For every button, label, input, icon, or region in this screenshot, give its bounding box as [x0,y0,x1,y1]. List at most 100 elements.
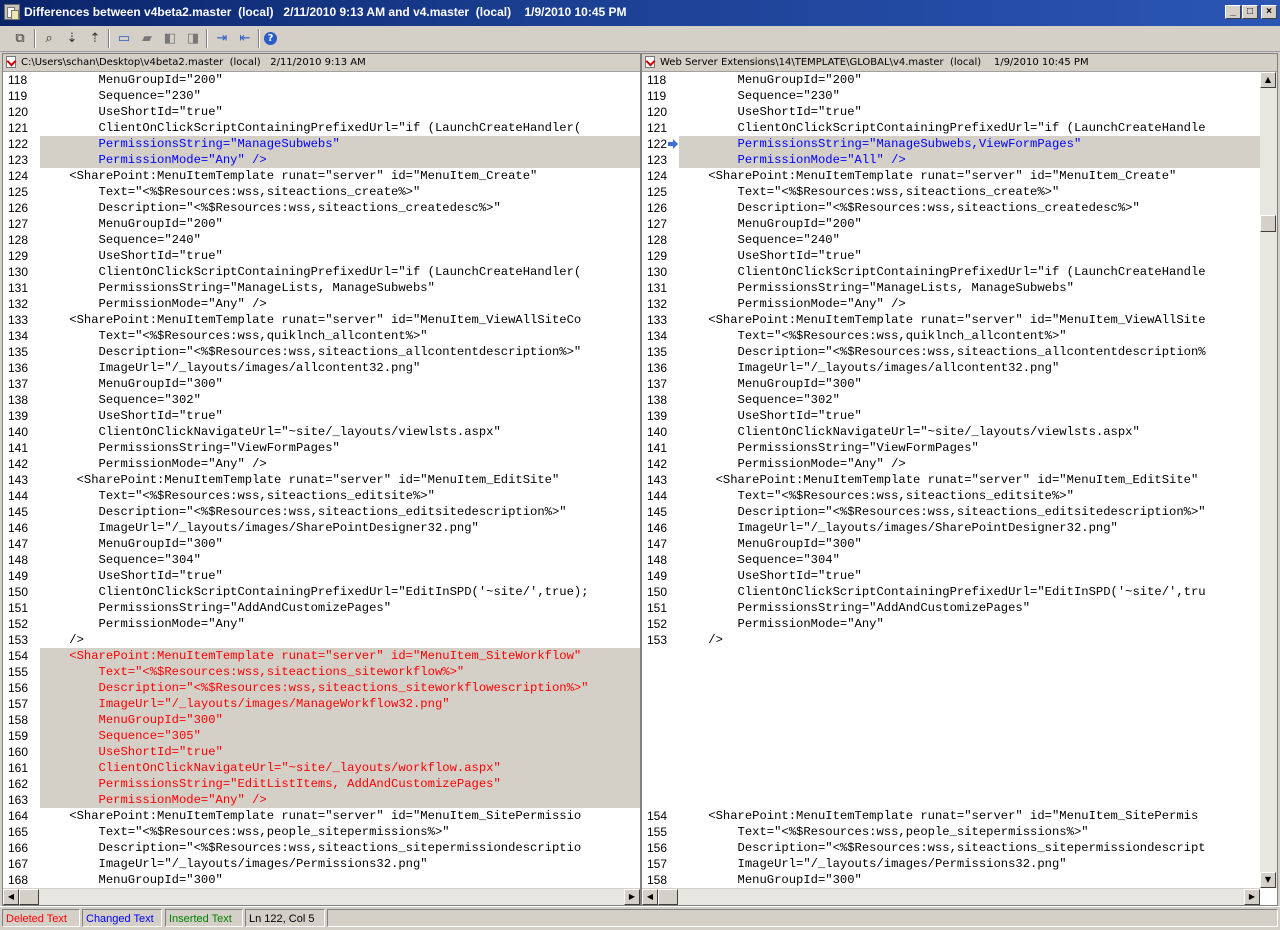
code-line[interactable]: 142 PermissionMode="Any" /> [642,456,1260,472]
code-line[interactable]: 137 MenuGroupId="300" [3,376,640,392]
code-line[interactable]: 124 <SharePoint:MenuItemTemplate runat="… [642,168,1260,184]
code-line[interactable]: 152 PermissionMode="Any" [3,616,640,632]
maximize-button[interactable]: □ [1242,5,1258,19]
comment-icon[interactable]: ▰ [137,29,157,47]
deleted-line[interactable]: 160 UseShortId="true" [3,744,640,760]
deleted-line[interactable]: 157 ImageUrl="/_layouts/images/ManageWor… [3,696,640,712]
code-line[interactable]: 147 MenuGroupId="300" [3,536,640,552]
code-line[interactable]: 132 PermissionMode="Any" /> [3,296,640,312]
code-line[interactable]: 118 MenuGroupId="200" [3,72,640,88]
code-line[interactable]: 120 UseShortId="true" [3,104,640,120]
code-line[interactable]: 121 ClientOnClickScriptContainingPrefixe… [3,120,640,136]
scroll-thumb[interactable] [1260,215,1276,232]
blank-line[interactable] [642,696,1260,712]
code-line[interactable]: 149 UseShortId="true" [3,568,640,584]
deleted-line[interactable]: 156 Description="<%$Resources:wss,siteac… [3,680,640,696]
code-line[interactable]: 157 ImageUrl="/_layouts/images/Permissio… [642,856,1260,872]
code-line[interactable]: 142 PermissionMode="Any" /> [3,456,640,472]
close-button[interactable]: × [1261,5,1277,19]
scroll-right-arrow-icon[interactable]: ▶ [624,889,640,905]
code-line[interactable]: 119 Sequence="230" [642,88,1260,104]
find-prev-icon[interactable]: ⇡ [85,29,105,47]
code-line[interactable]: 146 ImageUrl="/_layouts/images/SharePoin… [642,520,1260,536]
scroll-right-arrow-icon[interactable]: ▶ [1244,889,1260,905]
blank-line[interactable] [642,728,1260,744]
code-line[interactable]: 133 <SharePoint:MenuItemTemplate runat="… [3,312,640,328]
left-horizontal-scrollbar[interactable]: ◀ ▶ [3,888,640,905]
code-line[interactable]: 150 ClientOnClickScriptContainingPrefixe… [3,584,640,600]
code-line[interactable]: 131 PermissionsString="ManageLists, Mana… [642,280,1260,296]
code-line[interactable]: 164 <SharePoint:MenuItemTemplate runat="… [3,808,640,824]
code-line[interactable]: 145 Description="<%$Resources:wss,siteac… [642,504,1260,520]
code-line[interactable]: 130 ClientOnClickScriptContainingPrefixe… [3,264,640,280]
blank-line[interactable] [642,680,1260,696]
deleted-line[interactable]: 158 MenuGroupId="300" [3,712,640,728]
deleted-line[interactable]: 161 ClientOnClickNavigateUrl="~site/_lay… [3,760,640,776]
code-line[interactable]: 135 Description="<%$Resources:wss,siteac… [642,344,1260,360]
code-line[interactable]: 120 UseShortId="true" [642,104,1260,120]
code-line[interactable]: 153 /> [642,632,1260,648]
code-line[interactable]: 154 <SharePoint:MenuItemTemplate runat="… [642,808,1260,824]
comment-prev-icon[interactable]: ◧ [160,29,180,47]
code-line[interactable]: 125 Text="<%$Resources:wss,siteactions_c… [3,184,640,200]
code-line[interactable]: 150 ClientOnClickScriptContainingPrefixe… [642,584,1260,600]
code-line[interactable]: 145 Description="<%$Resources:wss,siteac… [3,504,640,520]
code-line[interactable]: 131 PermissionsString="ManageLists, Mana… [3,280,640,296]
code-line[interactable]: 141 PermissionsString="ViewFormPages" [642,440,1260,456]
next-difference-icon[interactable]: ⇥ [212,29,232,47]
code-line[interactable]: 165 Text="<%$Resources:wss,people_sitepe… [3,824,640,840]
code-line[interactable]: 138 Sequence="302" [3,392,640,408]
code-line[interactable]: 129 UseShortId="true" [3,248,640,264]
code-line[interactable]: 135 Description="<%$Resources:wss,siteac… [3,344,640,360]
deleted-line[interactable]: 154 <SharePoint:MenuItemTemplate runat="… [3,648,640,664]
help-icon[interactable]: ? [264,32,277,45]
deleted-line[interactable]: 163 PermissionMode="Any" /> [3,792,640,808]
code-line[interactable]: 143 <SharePoint:MenuItemTemplate runat="… [642,472,1260,488]
scroll-up-arrow-icon[interactable]: ▲ [1260,72,1276,88]
code-line[interactable]: 155 Text="<%$Resources:wss,people_sitepe… [642,824,1260,840]
right-diff-pane[interactable]: Web Server Extensions\14\TEMPLATE\GLOBAL… [641,53,1278,906]
scroll-thumb[interactable] [19,889,39,905]
find-icon[interactable]: ⌕ [39,29,59,47]
blank-line[interactable] [642,744,1260,760]
scroll-left-arrow-icon[interactable]: ◀ [642,889,658,905]
code-line[interactable]: 128 Sequence="240" [3,232,640,248]
code-line[interactable]: 136 ImageUrl="/_layouts/images/allconten… [3,360,640,376]
comment-next-icon[interactable]: ◨ [183,29,203,47]
code-line[interactable]: 140 ClientOnClickNavigateUrl="~site/_lay… [642,424,1260,440]
code-line[interactable]: 153 /> [3,632,640,648]
code-line[interactable]: 118 MenuGroupId="200" [642,72,1260,88]
blank-line[interactable] [642,664,1260,680]
left-code-area[interactable]: 118 MenuGroupId="200" 119 Sequence="230" 1… [3,72,640,888]
code-line[interactable]: 143 <SharePoint:MenuItemTemplate runat="… [3,472,640,488]
code-line[interactable]: 133 <SharePoint:MenuItemTemplate runat="… [642,312,1260,328]
changed-line[interactable]: 123 PermissionMode="All" /> [642,152,1260,168]
blank-line[interactable] [642,776,1260,792]
code-line[interactable]: 136 ImageUrl="/_layouts/images/allconten… [642,360,1260,376]
changed-line[interactable]: 123 PermissionMode="Any" /> [3,152,640,168]
code-line[interactable]: 151 PermissionsString="AddAndCustomizePa… [642,600,1260,616]
find-next-icon[interactable]: ⇣ [62,29,82,47]
code-line[interactable]: 167 ImageUrl="/_layouts/images/Permissio… [3,856,640,872]
code-line[interactable]: 139 UseShortId="true" [642,408,1260,424]
code-line[interactable]: 129 UseShortId="true" [642,248,1260,264]
deleted-line[interactable]: 159 Sequence="305" [3,728,640,744]
right-vertical-scrollbar[interactable]: ▲ ▼ [1260,72,1277,888]
code-line[interactable]: 119 Sequence="230" [3,88,640,104]
code-line[interactable]: 149 UseShortId="true" [642,568,1260,584]
code-line[interactable]: 147 MenuGroupId="300" [642,536,1260,552]
code-line[interactable]: 130 ClientOnClickScriptContainingPrefixe… [642,264,1260,280]
minimize-button[interactable]: _ [1225,5,1241,19]
code-line[interactable]: 148 Sequence="304" [642,552,1260,568]
blank-line[interactable] [642,792,1260,808]
left-diff-pane[interactable]: C:\Users\schan\Desktop\v4beta2.master (l… [2,53,641,906]
code-line[interactable]: 134 Text="<%$Resources:wss,quiklnch_allc… [3,328,640,344]
code-line[interactable]: 132 PermissionMode="Any" /> [642,296,1260,312]
blank-line[interactable] [642,712,1260,728]
scroll-thumb[interactable] [658,889,678,905]
deleted-line[interactable]: 155 Text="<%$Resources:wss,siteactions_s… [3,664,640,680]
code-line[interactable]: 148 Sequence="304" [3,552,640,568]
code-line[interactable]: 158 MenuGroupId="300" [642,872,1260,888]
code-line[interactable]: 125 Text="<%$Resources:wss,siteactions_c… [642,184,1260,200]
deleted-line[interactable]: 162 PermissionsString="EditListItems, Ad… [3,776,640,792]
